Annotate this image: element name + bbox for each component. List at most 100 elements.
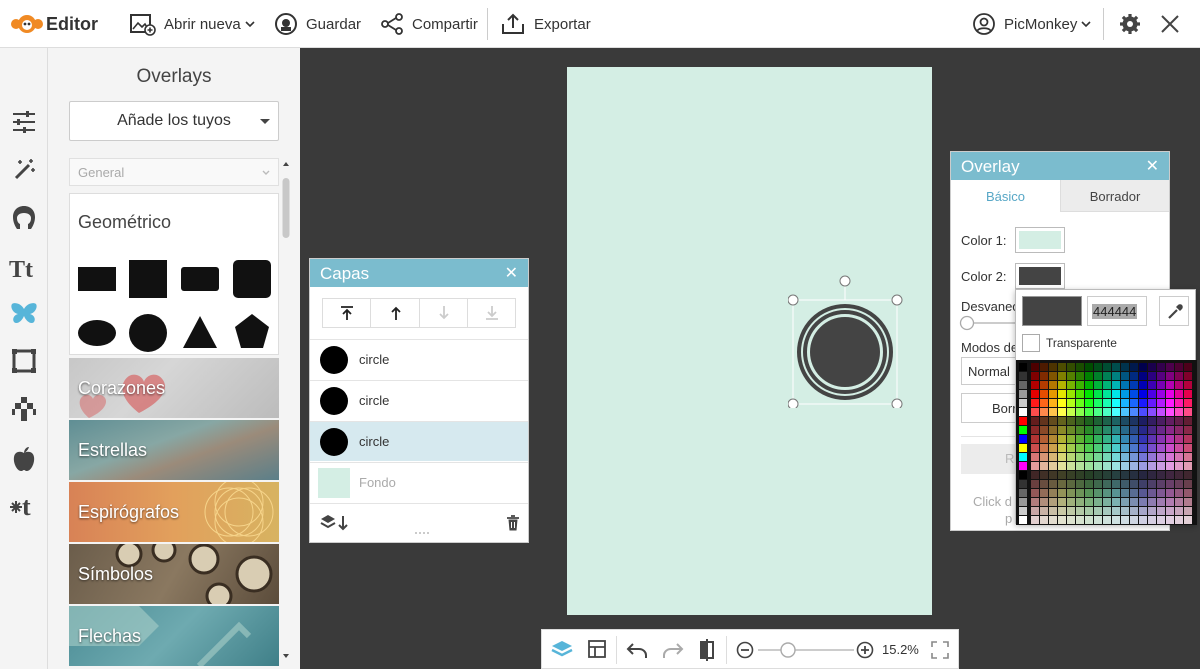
palette-swatch[interactable] — [1058, 426, 1066, 434]
palette-swatch[interactable] — [1076, 507, 1084, 515]
palette-swatch[interactable] — [1166, 417, 1174, 425]
transparent-checkbox[interactable] — [1022, 334, 1040, 352]
palette-swatch[interactable] — [1139, 363, 1147, 371]
palette-swatch[interactable] — [1049, 363, 1057, 371]
palette-swatch[interactable] — [1019, 498, 1027, 506]
send-to-back-button[interactable] — [468, 299, 516, 327]
palette-swatch[interactable] — [1058, 453, 1066, 461]
palette-swatch[interactable] — [1166, 462, 1174, 470]
palette-swatch[interactable] — [1058, 399, 1066, 407]
palette-swatch[interactable] — [1130, 444, 1138, 452]
palette-swatch[interactable] — [1019, 372, 1027, 380]
palette-swatch[interactable] — [1175, 363, 1183, 371]
palette-swatch[interactable] — [1019, 489, 1027, 497]
palette-swatch[interactable] — [1058, 462, 1066, 470]
palette-swatch[interactable] — [1139, 453, 1147, 461]
palette-swatch[interactable] — [1040, 507, 1048, 515]
palette-swatch[interactable] — [1148, 462, 1156, 470]
palette-swatch[interactable] — [1166, 435, 1174, 443]
palette-swatch[interactable] — [1058, 381, 1066, 389]
overlay-header[interactable]: Overlay ✕ — [951, 152, 1169, 180]
palette-swatch[interactable] — [1076, 372, 1084, 380]
palette-swatch[interactable] — [1031, 417, 1039, 425]
palette-swatch[interactable] — [1019, 426, 1027, 434]
palette-swatch[interactable] — [1058, 372, 1066, 380]
palette-swatch[interactable] — [1103, 381, 1111, 389]
palette-swatch[interactable] — [1130, 471, 1138, 479]
palette-swatch[interactable] — [1040, 417, 1048, 425]
palette-swatch[interactable] — [1085, 372, 1093, 380]
palette-swatch[interactable] — [1031, 480, 1039, 488]
eyedropper-button[interactable] — [1159, 296, 1189, 326]
palette-swatch[interactable] — [1175, 498, 1183, 506]
palette-swatch[interactable] — [1175, 399, 1183, 407]
palette-swatch[interactable] — [1184, 399, 1192, 407]
palette-swatch[interactable] — [1019, 435, 1027, 443]
layers-icon[interactable] — [550, 639, 574, 659]
palette-swatch[interactable] — [1157, 516, 1165, 524]
palette-swatch[interactable] — [1121, 489, 1129, 497]
palette-swatch[interactable] — [1157, 381, 1165, 389]
palette-swatch[interactable] — [1112, 471, 1120, 479]
palette-swatch[interactable] — [1019, 381, 1027, 389]
palette-swatch[interactable] — [1031, 507, 1039, 515]
palette-swatch[interactable] — [1184, 516, 1192, 524]
palette-swatch[interactable] — [1157, 444, 1165, 452]
palette-swatch[interactable] — [1103, 426, 1111, 434]
palette-swatch[interactable] — [1130, 372, 1138, 380]
palette-swatch[interactable] — [1175, 435, 1183, 443]
palette-swatch[interactable] — [1157, 363, 1165, 371]
palette-swatch[interactable] — [1058, 417, 1066, 425]
palette-swatch[interactable] — [1067, 363, 1075, 371]
palette-swatch[interactable] — [1049, 453, 1057, 461]
palette-swatch[interactable] — [1184, 435, 1192, 443]
palette-swatch[interactable] — [1130, 417, 1138, 425]
palette-swatch[interactable] — [1067, 399, 1075, 407]
palette-swatch[interactable] — [1019, 390, 1027, 398]
palette-swatch[interactable] — [1085, 408, 1093, 416]
palette-swatch[interactable] — [1139, 471, 1147, 479]
rounded-rectangle-shape[interactable] — [181, 267, 219, 291]
account-menu[interactable]: PicMonkey — [972, 0, 1091, 48]
palette-swatch[interactable] — [1031, 426, 1039, 434]
palette-swatch[interactable] — [1094, 489, 1102, 497]
palette-swatch[interactable] — [1094, 462, 1102, 470]
bring-forward-button[interactable] — [371, 299, 420, 327]
trash-icon[interactable] — [506, 515, 520, 531]
palette-swatch[interactable] — [1157, 480, 1165, 488]
palette-swatch[interactable] — [1184, 453, 1192, 461]
palette-swatch[interactable] — [1157, 408, 1165, 416]
palette-swatch[interactable] — [1112, 363, 1120, 371]
zoom-slider[interactable] — [756, 642, 856, 658]
palette-swatch[interactable] — [1058, 480, 1066, 488]
palette-swatch[interactable] — [1085, 453, 1093, 461]
palette-swatch[interactable] — [1121, 471, 1129, 479]
palette-swatch[interactable] — [1067, 489, 1075, 497]
palette-swatch[interactable] — [1058, 516, 1066, 524]
palette-swatch[interactable] — [1166, 444, 1174, 452]
palette-swatch[interactable] — [1094, 390, 1102, 398]
layers-header[interactable]: Capas ✕ — [310, 259, 528, 287]
open-new-button[interactable]: Abrir nueva — [130, 0, 255, 48]
palette-swatch[interactable] — [1166, 372, 1174, 380]
palette-swatch[interactable] — [1130, 363, 1138, 371]
palette-swatch[interactable] — [1112, 516, 1120, 524]
palette-swatch[interactable] — [1139, 444, 1147, 452]
palette-swatch[interactable] — [1184, 426, 1192, 434]
zoom-out-icon[interactable] — [736, 641, 754, 659]
palette-swatch[interactable] — [1112, 372, 1120, 380]
palette-swatch[interactable] — [1019, 417, 1027, 425]
palette-swatch[interactable] — [1166, 390, 1174, 398]
palette-swatch[interactable] — [1148, 453, 1156, 461]
palette-swatch[interactable] — [1139, 516, 1147, 524]
palette-swatch[interactable] — [1148, 480, 1156, 488]
layer-row[interactable]: circle — [310, 380, 528, 420]
rail-effects[interactable] — [9, 155, 39, 185]
palette-swatch[interactable] — [1130, 381, 1138, 389]
rail-themes[interactable] — [9, 444, 39, 474]
palette-swatch[interactable] — [1148, 381, 1156, 389]
palette-swatch[interactable] — [1049, 471, 1057, 479]
palette-swatch[interactable] — [1019, 516, 1027, 524]
grid-icon[interactable] — [588, 640, 606, 658]
palette-swatch[interactable] — [1058, 363, 1066, 371]
